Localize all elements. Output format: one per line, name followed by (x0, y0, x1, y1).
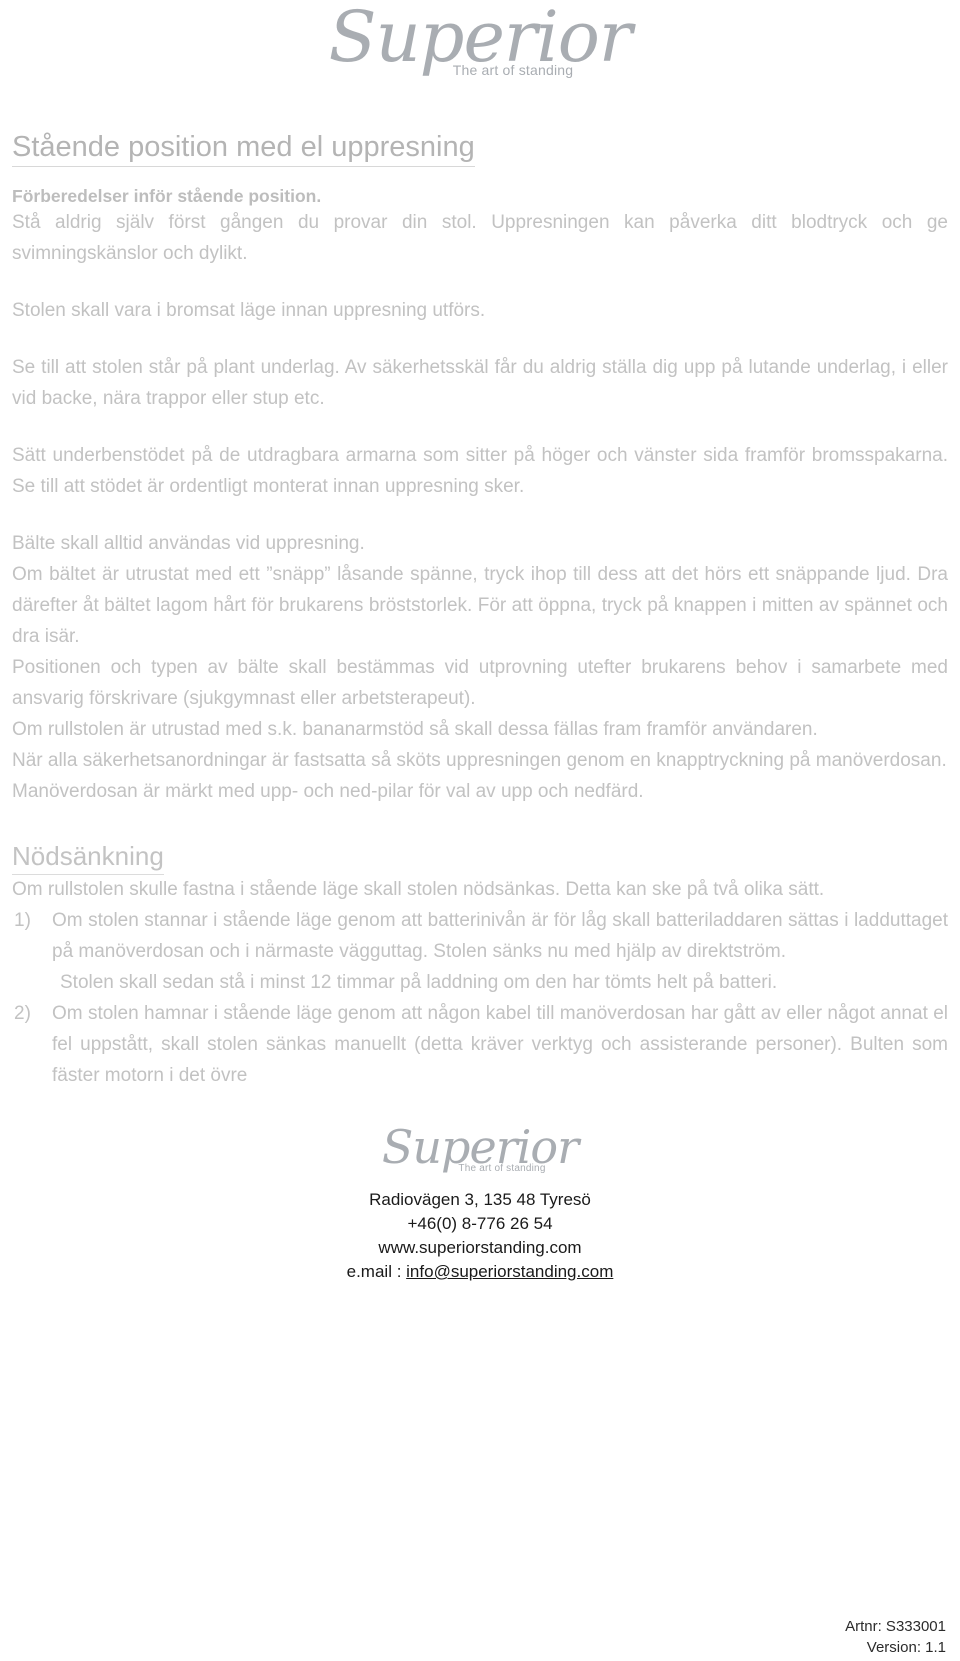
paragraph-belt-position: Positionen och typen av bälte skall best… (12, 656, 948, 709)
logo-block: Superior The art of standing (328, 0, 633, 78)
list-item: 2) Om stolen hamnar i stående läge genom… (12, 999, 948, 1092)
header-logo: Superior The art of standing (12, 0, 948, 104)
document-page: Superior The art of standing Stående pos… (0, 0, 960, 1661)
list-item-text: Om stolen stannar i stående läge genom a… (52, 910, 948, 963)
document-version: Version: 1.1 (866, 1639, 946, 1657)
footer-address: Radiovägen 3, 135 48 Tyresö (369, 1189, 591, 1209)
paragraph-brake: Stolen skall vara i bromsat läge innan u… (12, 299, 486, 321)
section-subheading: Förberedelser inför stående position. (12, 186, 322, 207)
page-title-row: Stående position med el uppresning (12, 104, 948, 168)
emergency-steps-list: 1) Om stolen stannar i stående läge geno… (12, 906, 948, 1092)
paragraph-intro: Stå aldrig själv först gången du provar … (12, 211, 948, 264)
paragraph-belt-required: Bälte skall alltid användas vid uppresni… (12, 532, 365, 554)
footer-email-row: e.mail : info@superiorstanding.com (12, 1260, 948, 1284)
footer-logo: Superior The art of standing (12, 1124, 948, 1174)
page-title: Stående position med el uppresning (12, 130, 475, 168)
paragraph-belt-buckle: Om bältet är utrustat med ett ”snäpp” lå… (12, 563, 948, 647)
section-title-emergency: Nödsänkning (12, 841, 164, 876)
document-metadata: Artnr: S333001 Version: 1.1 (845, 1616, 946, 1660)
list-item: 1) Om stolen stannar i stående läge geno… (12, 906, 948, 999)
logo-wordmark: Superior (328, 0, 633, 78)
paragraph-button-press: När alla säkerhetsanordningar är fastsat… (12, 749, 947, 771)
article-number: Artnr: S333001 (845, 1617, 946, 1635)
paragraph-leg-support: Sätt underbenstödet på de utdragbara arm… (12, 444, 948, 497)
footer-email-label: e.mail : (346, 1261, 407, 1281)
paragraph-banana-armrest: Om rullstolen är utrustad med s.k. banan… (12, 718, 818, 740)
emergency-title-row: Nödsänkning (12, 807, 948, 876)
footer-contact: Radiovägen 3, 135 48 Tyresö +46(0) 8-776… (12, 1188, 948, 1285)
paragraph-level-ground: Se till att stolen står på plant underla… (12, 356, 948, 409)
footer-website[interactable]: www.superiorstanding.com (12, 1236, 948, 1260)
footer-phone: +46(0) 8-776 26 54 (407, 1213, 553, 1233)
list-marker: 1) (14, 910, 31, 932)
paragraph-emergency-intro: Om rullstolen skulle fastna i stående lä… (12, 879, 825, 901)
logo-block-footer: Superior The art of standing (382, 1124, 579, 1174)
footer-email-link[interactable]: info@superiorstanding.com (406, 1262, 613, 1281)
list-item-subtext: Stolen skall sedan stå i minst 12 timmar… (60, 972, 778, 994)
paragraph-control-arrows: Manöverdosan är märkt med upp- och ned-p… (12, 780, 644, 802)
list-marker: 2) (14, 1003, 31, 1025)
list-item-text: Om stolen hamnar i stående läge genom at… (52, 1003, 948, 1086)
